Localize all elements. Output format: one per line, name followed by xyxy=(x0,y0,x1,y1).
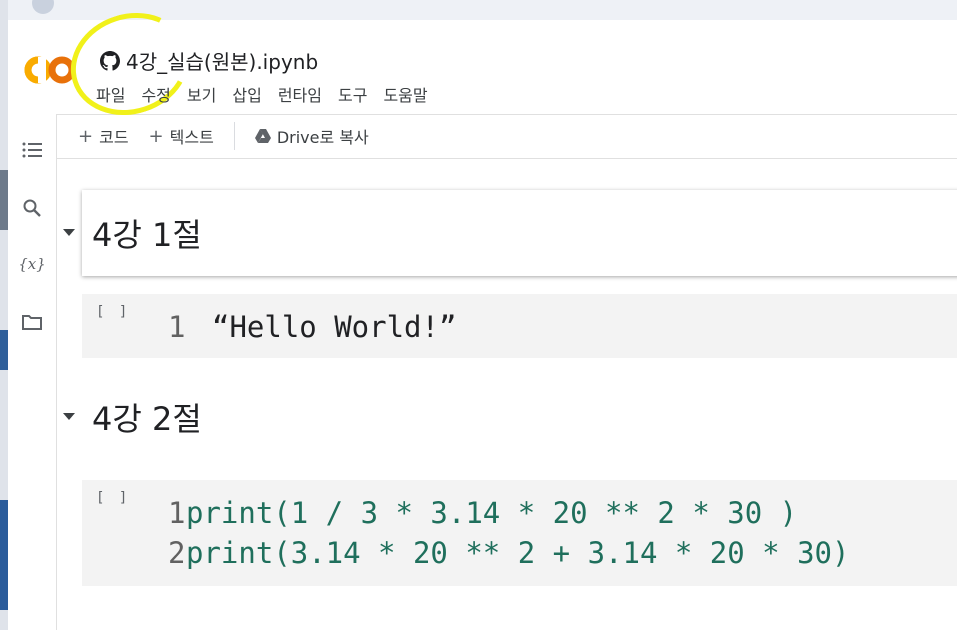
variables-icon: {x} xyxy=(18,255,46,273)
section-heading: 4강 2절 xyxy=(92,400,202,438)
copy-to-drive-label: Drive로 복사 xyxy=(276,128,369,147)
add-text-label: 텍스트 xyxy=(169,128,214,147)
code-line[interactable]: print(3.14 * 20 ** 2 + 3.14 * 20 * 30) xyxy=(186,536,849,570)
code-line[interactable]: “Hello World!” xyxy=(212,310,456,344)
menu-edit[interactable]: 수정 xyxy=(141,82,170,106)
run-cell-button[interactable]: [ ] xyxy=(96,490,130,506)
table-of-contents-button[interactable] xyxy=(20,138,44,162)
github-icon xyxy=(100,50,120,71)
notebook-title[interactable]: 4강_실습(원본).ipynb xyxy=(126,46,318,75)
left-sidebar-rail: {x} xyxy=(8,114,57,630)
menu-file[interactable]: 파일 xyxy=(96,82,125,106)
add-code-button[interactable]: + 코드 xyxy=(68,120,139,152)
collapse-section-icon[interactable] xyxy=(63,229,75,236)
folder-icon xyxy=(22,315,42,330)
variables-button[interactable]: {x} xyxy=(18,252,46,276)
code-cell[interactable]: [ ] 1 “Hello World!” xyxy=(82,294,957,358)
menu-help[interactable]: 도움말 xyxy=(383,82,427,106)
list-icon xyxy=(22,142,42,158)
search-button[interactable] xyxy=(20,196,44,220)
menu-view[interactable]: 보기 xyxy=(187,82,216,106)
notebook-title-row[interactable]: 4강_실습(원본).ipynb xyxy=(100,46,318,75)
notebook-toolbar: + 코드 + 텍스트 Drive로 복사 xyxy=(56,114,957,159)
copy-to-drive-button[interactable]: Drive로 복사 xyxy=(245,120,379,152)
desktop-element xyxy=(0,500,8,610)
section-heading: 4강 1절 xyxy=(92,216,202,254)
run-cell-button[interactable]: [ ] xyxy=(96,304,130,320)
desktop-element xyxy=(0,330,8,370)
desktop-background-strip xyxy=(0,0,8,630)
search-icon xyxy=(23,199,41,217)
collapse-section-icon[interactable] xyxy=(63,413,75,420)
menu-tools[interactable]: 도구 xyxy=(338,82,367,106)
code-cell[interactable]: [ ] 1 print(1 / 3 * 3.14 * 20 ** 2 * 30 … xyxy=(82,480,957,586)
toolbar-divider xyxy=(233,122,235,150)
menu-insert[interactable]: 삽입 xyxy=(232,82,261,106)
plus-icon: + xyxy=(78,125,94,147)
add-text-button[interactable]: + 텍스트 xyxy=(139,120,224,152)
browser-profile-circle[interactable] xyxy=(32,0,54,14)
drive-icon xyxy=(254,129,271,143)
colab-header: 4강_실습(원본).ipynb 파일 수정 보기 삽입 런타임 도구 도움말 xyxy=(8,0,957,131)
text-cell-selected[interactable]: 4강 1절 xyxy=(82,190,957,276)
menu-bar: 파일 수정 보기 삽입 런타임 도구 도움말 xyxy=(96,82,444,106)
add-code-label: 코드 xyxy=(99,128,129,147)
line-number: 1 xyxy=(168,496,186,530)
code-line[interactable]: print(1 / 3 * 3.14 * 20 ** 2 * 30 ) xyxy=(186,496,797,530)
line-number: 2 xyxy=(168,536,186,570)
line-number: 1 xyxy=(168,310,186,344)
plus-icon: + xyxy=(148,125,164,147)
files-button[interactable] xyxy=(20,310,44,334)
desktop-element xyxy=(0,170,8,230)
menu-runtime[interactable]: 런타임 xyxy=(278,82,322,106)
